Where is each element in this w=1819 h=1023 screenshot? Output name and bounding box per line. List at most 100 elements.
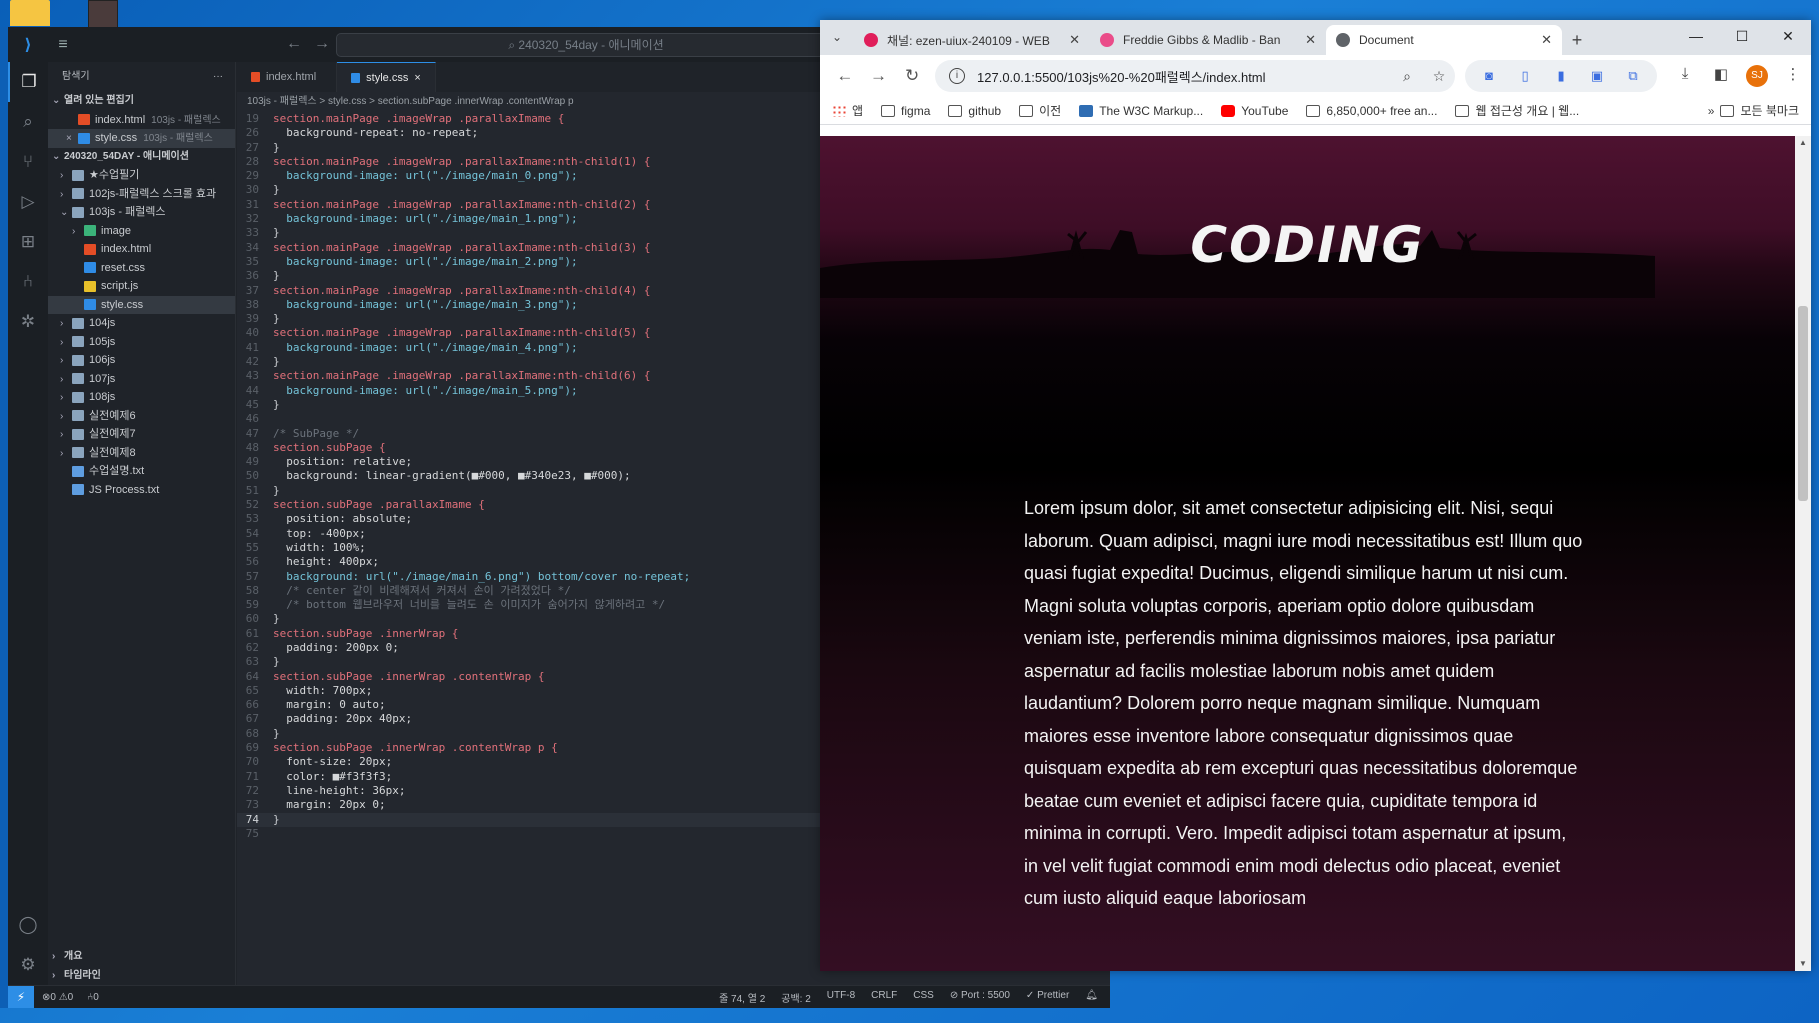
menu-icon[interactable]: ≡	[48, 36, 78, 54]
browser-tab[interactable]: Freddie Gibbs & Madlib - Ban ✕	[1090, 25, 1326, 55]
tab-search-chevron-icon[interactable]: ⌄	[820, 20, 854, 55]
tab-close-icon[interactable]: ×	[414, 63, 420, 93]
side-panel-icon[interactable]: ◧	[1703, 65, 1739, 87]
profile-avatar[interactable]: SJ	[1746, 65, 1769, 87]
editor-tab[interactable]: style.css ×	[337, 62, 436, 92]
explorer-icon[interactable]: ❐	[8, 62, 48, 102]
bookmark-item[interactable]: 웹 접근성 개요 | 웹...	[1455, 102, 1579, 119]
tree-item[interactable]: style.css	[48, 295, 235, 314]
indentation-status[interactable]: 공백: 2	[781, 990, 811, 1005]
bookmark-item[interactable]: The W3C Markup...	[1079, 102, 1203, 119]
tree-item[interactable]: › 102js-패럴렉스 스크롤 효과	[48, 185, 235, 204]
problems-status[interactable]: ⊗0 ⚠0	[42, 992, 73, 1003]
git-graph-icon[interactable]: ⑃	[8, 262, 48, 302]
bookmark-item[interactable]: figma	[881, 102, 930, 119]
account-icon[interactable]: ◯	[8, 905, 48, 945]
tree-item[interactable]: › image	[48, 222, 235, 241]
search-icon[interactable]: ⌕	[8, 102, 48, 142]
bookmark-star-icon[interactable]: ☆	[1423, 68, 1455, 85]
extension-tablet-icon[interactable]: ▮	[1543, 66, 1579, 86]
tab-close-icon[interactable]: ✕	[1069, 32, 1080, 48]
close-window-button[interactable]: ✕	[1765, 20, 1811, 55]
tree-item[interactable]: JS Process.txt	[48, 481, 235, 500]
scroll-up-arrow-icon[interactable]: ▲	[1795, 136, 1811, 150]
bookmark-item[interactable]: github	[948, 102, 1001, 119]
extensions-icon[interactable]: ⊞	[8, 222, 48, 262]
close-icon[interactable]: ×	[66, 130, 78, 148]
tree-item[interactable]: › 실전예제8	[48, 444, 235, 463]
url-text[interactable]: 127.0.0.1:5500/103js%20-%20패럴렉스/index.ht…	[977, 67, 1391, 86]
open-editors-section[interactable]: ⌄ 열려 있는 편집기	[48, 92, 235, 111]
timeline-section[interactable]: › 타임라인	[48, 967, 235, 986]
extension-translate-icon[interactable]: ◙	[1471, 66, 1507, 86]
extensions-puzzle-icon[interactable]: ⧉	[1615, 66, 1651, 86]
all-bookmarks-button[interactable]: 모든 북마크	[1720, 102, 1799, 119]
eol-status[interactable]: CRLF	[871, 990, 897, 1005]
menu-kebab-icon[interactable]: ⋮	[1775, 65, 1811, 87]
bookmark-item[interactable]: 앱	[832, 102, 863, 119]
prettier-status[interactable]: ✓ Prettier	[1026, 990, 1069, 1005]
remote-explorer-icon[interactable]: ✲	[8, 302, 48, 342]
tree-item[interactable]: › 106js	[48, 351, 235, 370]
tree-item[interactable]: › 107js	[48, 370, 235, 389]
tree-item[interactable]: › 실전예제7	[48, 425, 235, 444]
scroll-thumb[interactable]	[1798, 306, 1808, 501]
extension-image-icon[interactable]: ▣	[1579, 66, 1615, 86]
outline-section[interactable]: › 개요	[48, 948, 235, 967]
tree-item[interactable]: ⌄ 103js - 패럴렉스	[48, 203, 235, 222]
tree-item[interactable]: › 105js	[48, 333, 235, 352]
tree-item[interactable]: › 104js	[48, 314, 235, 333]
new-tab-button[interactable]: +	[1562, 25, 1592, 55]
minimize-button[interactable]: —	[1673, 20, 1719, 55]
bookmark-item[interactable]: 6,850,000+ free an...	[1306, 102, 1437, 119]
download-icon[interactable]: ⤓	[1667, 65, 1703, 87]
page-scrollbar[interactable]: ▲ ▼	[1795, 136, 1811, 971]
tab-close-icon[interactable]: ✕	[1305, 32, 1316, 48]
extension-phone-icon[interactable]: ▯	[1507, 66, 1543, 86]
command-center-search[interactable]: ⌕ 240320_54day - 애니메이션	[336, 33, 836, 57]
bookmarks-overflow-icon[interactable]: »	[1708, 104, 1715, 118]
tree-item[interactable]: › 실전예제6	[48, 407, 235, 426]
run-debug-icon[interactable]: ▷	[8, 182, 48, 222]
toolbar-right: ⤓ ◧ SJ ⋮	[1667, 65, 1811, 87]
tree-item[interactable]: script.js	[48, 277, 235, 296]
ports-status[interactable]: ⑃0	[87, 992, 99, 1003]
browser-tab[interactable]: Document ✕	[1326, 25, 1562, 55]
notifications-bell-icon[interactable]: 🔔︎	[1085, 990, 1098, 1005]
back-arrow-icon[interactable]: ←	[828, 66, 862, 86]
nav-arrows[interactable]: ←→	[286, 35, 342, 53]
open-editor-item[interactable]: × style.css 103js - 패럴렉스	[48, 129, 235, 148]
editor-tab[interactable]: index.html	[237, 62, 338, 92]
forward-arrow-icon[interactable]: →	[862, 66, 896, 86]
tree-item[interactable]: › 108js	[48, 388, 235, 407]
tree-item[interactable]: index.html	[48, 240, 235, 259]
site-info-icon[interactable]: i	[949, 68, 966, 84]
line-number: 63	[245, 655, 259, 669]
encoding-status[interactable]: UTF-8	[827, 990, 855, 1005]
cursor-position[interactable]: 줄 74, 열 2	[719, 990, 765, 1005]
source-control-icon[interactable]: ⑂	[8, 142, 48, 182]
settings-gear-icon[interactable]: ⚙	[8, 945, 48, 985]
scroll-down-arrow-icon[interactable]: ▼	[1795, 957, 1811, 971]
live-server-port[interactable]: ⊘ Port : 5500	[950, 990, 1010, 1005]
address-bar[interactable]: i 127.0.0.1:5500/103js%20-%20패럴렉스/index.…	[935, 60, 1456, 92]
bookmark-list: 앱 figma github 이전 The W3C Markup... YouTube 6,…	[832, 102, 1597, 119]
bookmark-item[interactable]: 이전	[1019, 102, 1061, 119]
reload-icon[interactable]: ↻	[895, 66, 929, 86]
desktop-image-thumbnail[interactable]	[88, 0, 118, 28]
tree-item[interactable]: › ★수업필기	[48, 166, 235, 185]
tree-item[interactable]: reset.css	[48, 259, 235, 278]
more-actions-icon[interactable]: ···	[213, 62, 223, 92]
workspace-section[interactable]: ⌄ 240320_54DAY - 애니메이션	[48, 148, 235, 167]
open-editor-item[interactable]: index.html 103js - 패럴렉스	[48, 111, 235, 130]
desktop-folder-icon[interactable]	[10, 0, 50, 26]
zoom-search-icon[interactable]: ⌕	[1391, 68, 1423, 85]
language-mode[interactable]: CSS	[913, 990, 934, 1005]
open-editor-name: style.css	[95, 132, 138, 144]
browser-tab[interactable]: 채널: ezen-uiux-240109 - WEB ✕	[854, 25, 1090, 55]
maximize-button[interactable]: ☐	[1719, 20, 1765, 55]
tree-item[interactable]: 수업설명.txt	[48, 462, 235, 481]
bookmark-item[interactable]: YouTube	[1221, 102, 1288, 119]
tab-close-icon[interactable]: ✕	[1541, 32, 1552, 48]
remote-indicator[interactable]: ⚡	[8, 985, 34, 1008]
